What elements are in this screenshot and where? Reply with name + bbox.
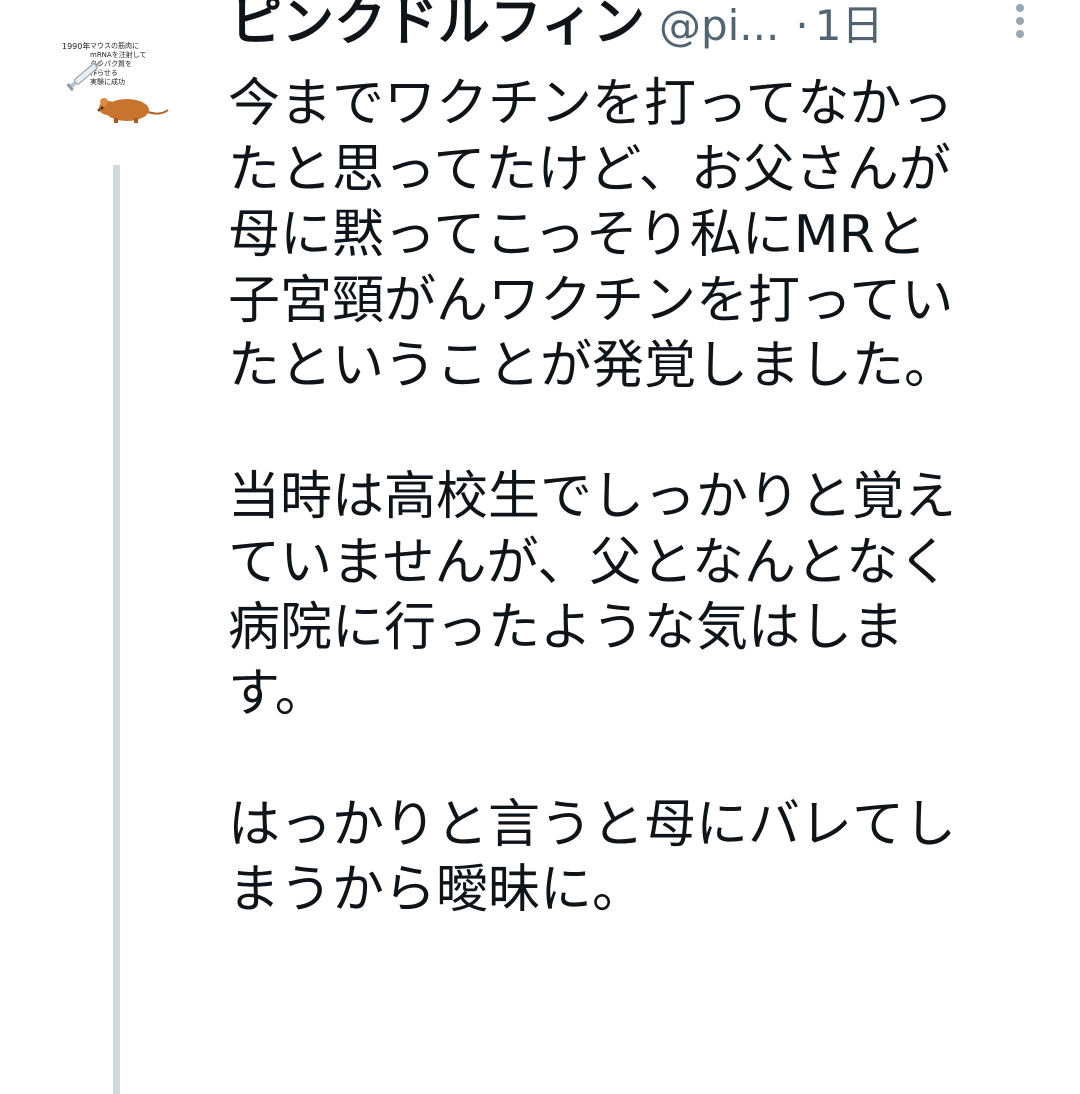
tweet-line: ていませんが、父となんとなく — [228, 532, 951, 593]
tweet-text: 今までワクチンを打ってなかっ たと思ってたけど、お父さんが 母に黙ってこっそり私… — [228, 72, 1048, 924]
tweet-line: 病院に行ったような気はしま — [228, 598, 905, 658]
tweet-line: す。 — [228, 663, 327, 724]
tweet-line: まうから曖昧に。 — [228, 860, 645, 920]
tweet-line: はっかりと言うと母にバレてし — [228, 794, 957, 855]
tweet-paragraph: 今までワクチンを打ってなかっ たと思ってたけど、お父さんが 母に黙ってこっそり私… — [228, 72, 1048, 400]
display-name[interactable]: ピンクドルフィン — [230, 0, 645, 58]
tweet-line: たと思ってたけど、お父さんが — [228, 139, 951, 200]
tweet-paragraph: 当時は高校生でしっかりと覚え ていませんが、父となんとなく 病院に行ったような気… — [228, 465, 1048, 727]
separator-dot: · — [795, 1, 809, 50]
tweet-line: 今までワクチンを打ってなかっ — [228, 74, 954, 134]
more-vertical-icon[interactable] — [1012, 2, 1028, 42]
user-handle[interactable]: @pi... — [659, 0, 779, 61]
tweet-line: 母に黙ってこっそり私にMRと — [228, 205, 927, 265]
tweet-timestamp[interactable]: 1日 — [815, 0, 884, 61]
tweet-line: たということが発覚しました。 — [228, 336, 957, 396]
tweet-header: ピンクドルフィン @pi... · 1日 — [230, 0, 1030, 58]
tweet-line: 当時は高校生でしっかりと覚え — [228, 467, 957, 527]
avatar[interactable]: 1990年 マウスの筋肉に mRNAを注射して タンパク質を 作らせる 実験に成… — [52, 30, 176, 140]
mouse-syringe-icon — [66, 59, 169, 123]
thread-line — [113, 165, 120, 1094]
tweet-paragraph: はっかりと言うと母にバレてし まうから曖昧に。 — [228, 793, 1048, 924]
tweet-line: 子宮頸がんワクチンを打ってい — [228, 270, 954, 331]
